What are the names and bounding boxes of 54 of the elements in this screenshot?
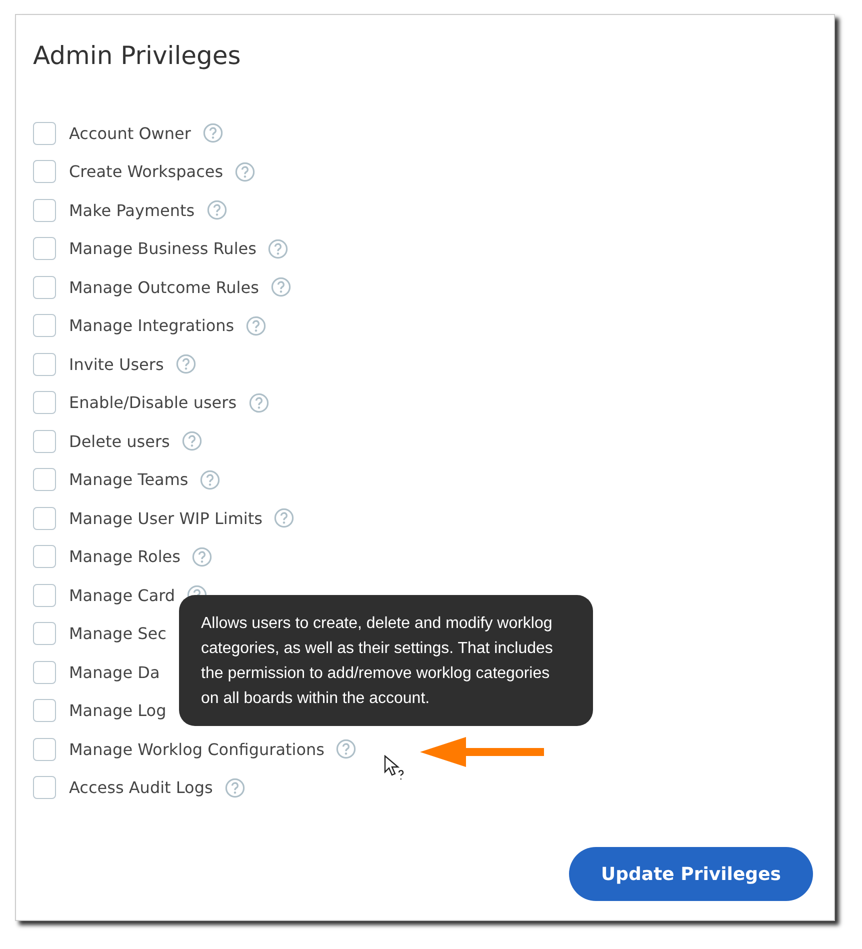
- checkbox[interactable]: [33, 584, 56, 607]
- privilege-label: Manage User WIP Limits: [69, 508, 262, 528]
- tooltip: Allows users to create, delete and modify worklog categories, as well as their settings. That includes the permission to add/remove worklog categories on all boards within the account.: [179, 595, 593, 726]
- update-privileges-button[interactable]: Update Privileges: [569, 847, 813, 901]
- checkbox[interactable]: [33, 198, 56, 222]
- privilege-label: Manage Card: [69, 586, 176, 605]
- checkbox[interactable]: [33, 738, 56, 761]
- checkbox[interactable]: [33, 314, 56, 338]
- checkbox[interactable]: [33, 237, 56, 260]
- checkbox[interactable]: [33, 122, 56, 145]
- help-icon[interactable]: [336, 739, 356, 760]
- privilege-label: Manage Log: [69, 701, 166, 720]
- privilege-label: Access Audit Logs: [69, 778, 213, 798]
- help-icon[interactable]: [246, 316, 266, 336]
- help-icon[interactable]: [235, 162, 256, 182]
- checkbox[interactable]: [33, 622, 56, 646]
- help-icon[interactable]: [176, 354, 196, 374]
- privilege-label: Manage Outcome Rules: [69, 278, 259, 297]
- privilege-label: Delete users: [69, 432, 170, 451]
- help-icon[interactable]: [268, 238, 288, 259]
- checkbox[interactable]: [33, 545, 56, 568]
- checkbox[interactable]: [33, 699, 56, 722]
- checkbox[interactable]: [33, 468, 56, 492]
- help-icon[interactable]: [206, 200, 227, 220]
- privilege-label: Manage Integrations: [69, 316, 234, 336]
- dialog-title: Admin Privileges: [33, 41, 242, 70]
- help-icon[interactable]: [248, 392, 269, 413]
- privilege-label: Manage Da: [69, 662, 160, 682]
- help-icon[interactable]: [274, 508, 294, 528]
- checkbox[interactable]: [33, 776, 56, 800]
- privilege-label: Manage Sec: [69, 624, 166, 644]
- help-icon[interactable]: [270, 277, 291, 298]
- privilege-label: Manage Worklog Configurations: [69, 740, 324, 759]
- help-icon[interactable]: [192, 546, 212, 567]
- privilege-label: Make Payments: [69, 200, 195, 220]
- checkbox[interactable]: [33, 660, 56, 684]
- checkbox[interactable]: [33, 391, 56, 414]
- cursor-icon: [384, 755, 406, 781]
- privilege-label: Account Owner: [69, 124, 191, 143]
- privilege-label: Manage Teams: [69, 470, 188, 490]
- checkbox[interactable]: [33, 160, 56, 184]
- checkbox[interactable]: [33, 352, 56, 376]
- privilege-label: Enable/Disable users: [69, 393, 237, 412]
- help-icon[interactable]: [224, 778, 245, 798]
- checkbox[interactable]: [33, 506, 56, 530]
- help-icon[interactable]: [202, 123, 223, 144]
- privilege-label: Manage Roles: [69, 547, 180, 566]
- privilege-label: Invite Users: [69, 354, 164, 374]
- privilege-label: Manage Business Rules: [69, 239, 256, 258]
- checkbox[interactable]: [33, 276, 56, 299]
- checkbox[interactable]: [33, 430, 56, 453]
- help-icon[interactable]: [182, 431, 202, 452]
- privilege-label: Create Workspaces: [69, 162, 224, 182]
- help-icon[interactable]: [200, 470, 220, 490]
